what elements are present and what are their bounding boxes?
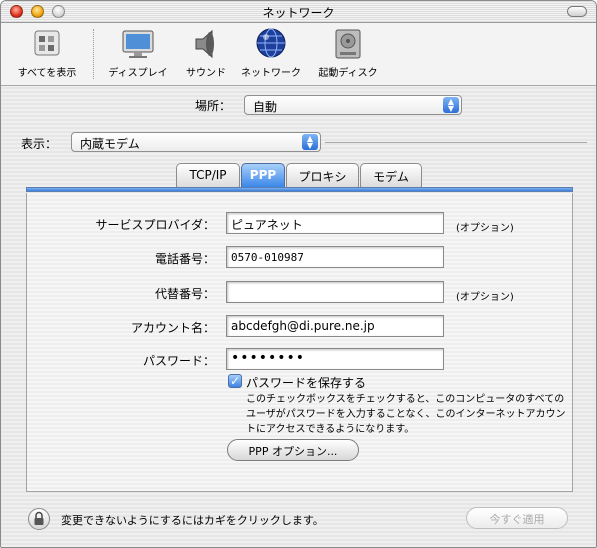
location-value: 自動 [253, 100, 278, 114]
toolbar-item-display[interactable]: ディスプレイ [102, 27, 174, 79]
phone-field[interactable]: 0570-010987 [226, 246, 444, 268]
provider-field[interactable]: ピュアネット [226, 212, 444, 234]
save-password-checkbox[interactable]: ✓ [228, 374, 242, 388]
provider-label: サービスプロバイダ： [95, 218, 215, 232]
alt-phone-optional-note: (オプション) [456, 292, 514, 303]
tab-tcpip[interactable]: TCP/IP [176, 163, 240, 187]
tab-proxy[interactable]: プロキシ [286, 163, 359, 187]
toolbar-item-network[interactable]: ネットワーク [237, 27, 305, 79]
toolbar-item-show-all[interactable]: すべてを表示 [9, 27, 85, 79]
account-field[interactable]: abcdefgh@di.pure.ne.jp [226, 315, 444, 337]
ppp-options-button[interactable]: PPP オプション... [227, 439, 359, 461]
alt-phone-field[interactable] [226, 281, 444, 303]
location-label: 場所： [195, 99, 232, 113]
lock-icon[interactable] [28, 508, 50, 530]
toolbar-toggle-button[interactable] [567, 6, 587, 17]
apply-now-button[interactable]: 今すぐ適用 [466, 507, 568, 529]
sound-icon [188, 27, 224, 61]
tab-ppp[interactable]: PPP [241, 163, 285, 187]
toolbar-item-label: ネットワーク [241, 68, 301, 79]
provider-optional-note: (オプション) [456, 223, 514, 234]
password-label: パスワード： [142, 354, 215, 368]
popup-arrows-icon: ▲ ▼ [302, 134, 318, 150]
show-value: 内蔵モデム [80, 137, 140, 151]
toolbar-item-label: 起動ディスク [318, 68, 378, 79]
show-all-icon [29, 27, 65, 61]
toolbar-item-sound[interactable]: サウンド [178, 27, 234, 79]
window-title: ネットワーク [262, 6, 335, 20]
display-icon [120, 27, 156, 61]
startup-disk-icon [330, 27, 366, 61]
preferences-window: ネットワーク すべてを表示 ディスプレイ サウンド ネットワーク 起動ディスク … [0, 0, 597, 548]
account-label: アカウント名： [130, 321, 215, 335]
lock-instruction-text: 変更できないようにするにはカギをクリックします。 [61, 514, 324, 527]
toolbar-item-label: すべてを表示 [17, 68, 77, 79]
popup-arrows-icon: ▲ ▼ [443, 97, 459, 113]
toolbar-item-startup-disk[interactable]: 起動ディスク [311, 27, 385, 79]
divider [325, 142, 587, 143]
toolbar-item-label: ディスプレイ [108, 68, 168, 79]
phone-label: 電話番号： [154, 252, 215, 266]
password-field[interactable]: •••••••• [226, 348, 444, 370]
network-globe-icon [253, 27, 289, 61]
save-password-label[interactable]: パスワードを保存する [246, 374, 366, 391]
toolbar-item-label: サウンド [186, 68, 226, 79]
title-bar: ネットワーク [1, 1, 596, 23]
show-label: 表示： [21, 137, 58, 151]
toolbar-separator [93, 29, 94, 79]
alt-phone-label: 代替番号： [154, 287, 215, 301]
show-popup[interactable]: 内蔵モデム ▲ ▼ [71, 132, 321, 152]
location-popup[interactable]: 自動 ▲ ▼ [244, 95, 462, 115]
save-password-help-text: このチェックボックスをチェックすると、このコンピュータのすべてのユーザがパスワー… [246, 394, 566, 435]
tab-modem[interactable]: モデム [360, 163, 422, 187]
tab-strip [26, 187, 573, 192]
toolbar: すべてを表示 ディスプレイ サウンド ネットワーク 起動ディスク [1, 23, 596, 86]
